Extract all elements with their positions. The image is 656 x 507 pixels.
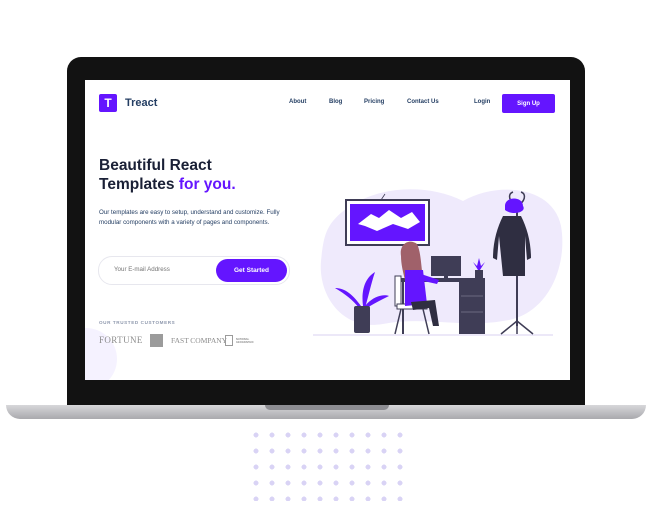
monitor-stand: [444, 276, 448, 279]
monitor: [431, 256, 461, 276]
navbar: T Treact About Blog Pricing Contact Us L…: [85, 80, 570, 128]
national-geographic-logo: NATIONAL GEOGRAPHIC: [225, 335, 254, 346]
desk-plant-pot: [475, 270, 483, 278]
signup-button[interactable]: Sign Up: [502, 94, 555, 113]
nav-link-about[interactable]: About: [289, 99, 306, 105]
hero-illustration: [313, 189, 563, 336]
email-signup-form: Get Started: [98, 256, 290, 285]
headline-accent: for you.: [178, 176, 236, 193]
laptop-notch: [265, 405, 389, 410]
hero-headline: Beautiful React Templates for you.: [99, 156, 299, 194]
desk-drawers: [459, 282, 485, 334]
brand-name: Treact: [125, 97, 158, 109]
fortune-logo: FORTUNE: [99, 335, 143, 345]
chair-back: [394, 275, 402, 307]
nav-link-pricing[interactable]: Pricing: [364, 99, 384, 105]
fast-company-logo: FAST COMPANY: [171, 336, 228, 345]
login-link[interactable]: Login: [474, 99, 490, 105]
natgeo-frame-icon: [225, 335, 233, 346]
logo-icon: T: [99, 94, 117, 112]
hero-description: Our templates are easy to setup, underst…: [99, 209, 280, 226]
headline-line-1: Beautiful React: [99, 157, 212, 174]
laptop-screen: T Treact About Blog Pricing Contact Us L…: [85, 80, 570, 380]
nav-link-blog[interactable]: Blog: [329, 99, 342, 105]
nav-link-contact[interactable]: Contact Us: [407, 99, 439, 105]
nyt-logo-icon: [150, 334, 163, 347]
email-input[interactable]: [114, 266, 204, 273]
headline-line-2: Templates: [99, 176, 175, 193]
plant-pot: [354, 306, 370, 333]
natgeo-line-2: GEOGRAPHIC: [236, 340, 254, 344]
natgeo-wordmark: NATIONAL GEOGRAPHIC: [236, 338, 254, 344]
coat-rack-base: [500, 320, 534, 335]
dot-grid-decoration: [248, 427, 408, 501]
get-started-button[interactable]: Get Started: [216, 259, 287, 282]
brand-logo[interactable]: T Treact: [99, 94, 157, 112]
trusted-customers-label: OUR TRUSTED CUSTOMERS: [99, 320, 176, 325]
